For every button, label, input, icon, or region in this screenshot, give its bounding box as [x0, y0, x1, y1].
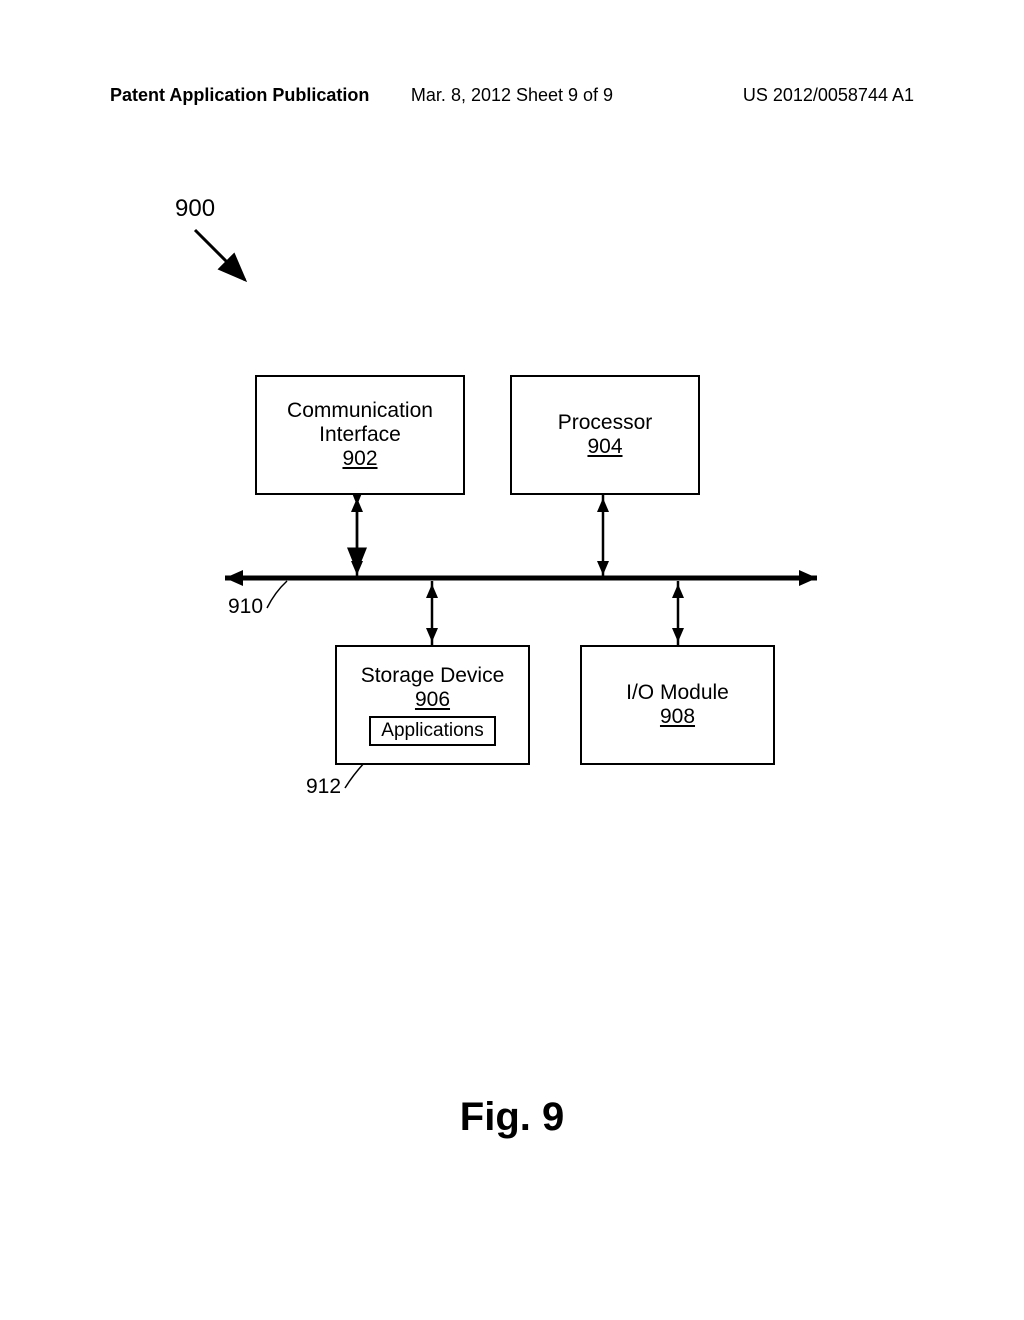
proc-label: Processor — [558, 411, 653, 435]
io-ref: 908 — [660, 705, 695, 729]
ref-910: 910 — [228, 595, 263, 619]
box-processor: Processor 904 — [510, 375, 700, 495]
storage-ref: 906 — [415, 688, 450, 712]
comm-ref: 902 — [342, 447, 377, 471]
header-left: Patent Application Publication — [110, 85, 369, 106]
io-label: I/O Module — [626, 681, 729, 705]
ref-912: 912 — [306, 775, 341, 799]
header-right: US 2012/0058744 A1 — [743, 85, 914, 106]
figure-label: Fig. 9 — [460, 1095, 564, 1140]
diagram-lines — [0, 180, 1024, 880]
proc-ref: 904 — [587, 435, 622, 459]
storage-label: Storage Device — [361, 664, 505, 688]
comm-label-1: Communication — [287, 399, 433, 423]
diagram: 900 — [0, 180, 1024, 880]
box-io-module: I/O Module 908 — [580, 645, 775, 765]
page-header: Patent Application Publication Mar. 8, 2… — [0, 85, 1024, 106]
box-communication-interface: Communication Interface 902 — [255, 375, 465, 495]
comm-label-2: Interface — [319, 423, 401, 447]
applications-box: Applications — [369, 716, 495, 746]
header-center: Mar. 8, 2012 Sheet 9 of 9 — [411, 85, 613, 106]
box-storage-device: Storage Device 906 Applications — [335, 645, 530, 765]
